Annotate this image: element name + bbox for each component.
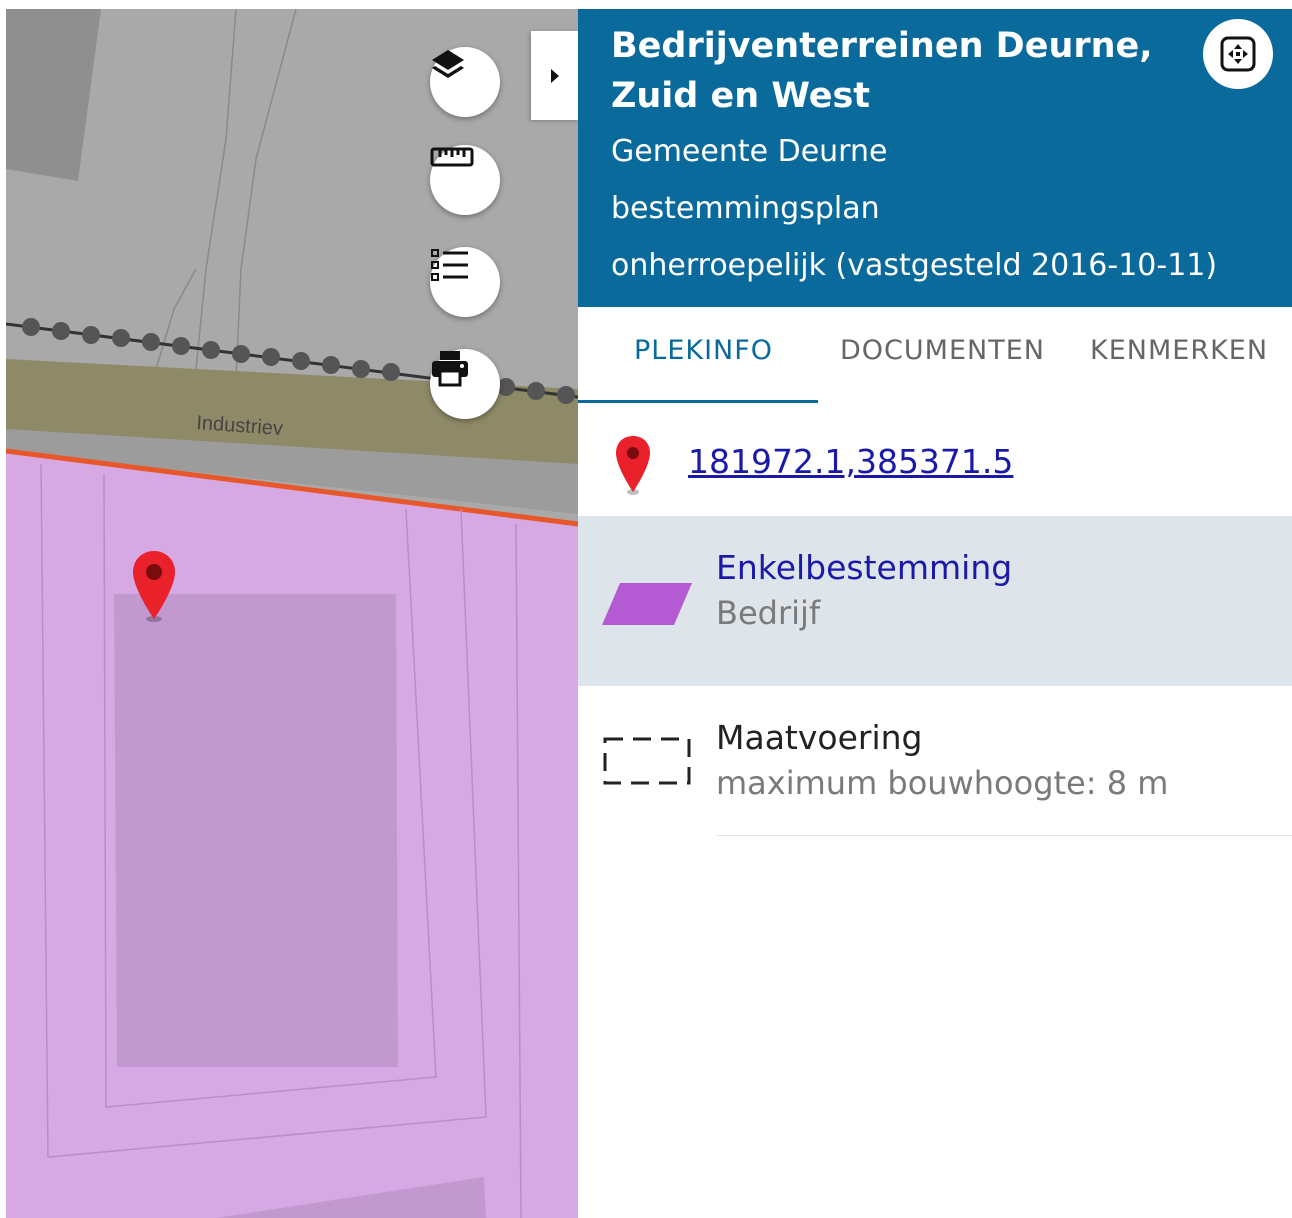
active-tab-indicator xyxy=(578,400,818,403)
measure-button[interactable] xyxy=(430,145,500,215)
maatvoering-item[interactable]: Maatvoering maximum bouwhoogte: 8 m xyxy=(578,686,1292,838)
location-row: 181972.1,385371.5 xyxy=(578,414,1292,516)
map-pin-icon xyxy=(133,551,175,622)
location-marker[interactable] xyxy=(131,549,177,623)
divider xyxy=(716,835,1292,836)
enkelbestemming-title: Enkelbestemming xyxy=(716,548,1013,587)
layers-icon xyxy=(432,50,464,78)
plan-status: onherroepelijk (vastgesteld 2016-10-11) xyxy=(611,248,1218,283)
list-icon xyxy=(431,249,468,281)
plan-type: bestemmingsplan xyxy=(611,191,880,226)
plan-title: Bedrijventerreinen Deurne, Zuid en West xyxy=(611,26,1153,116)
parallelogram-swatch-icon xyxy=(602,583,692,625)
dashed-box-icon xyxy=(603,737,691,785)
tab-bar: PLEKINFO DOCUMENTEN KENMERKEN xyxy=(578,307,1292,405)
map-view[interactable]: Industriev xyxy=(6,9,578,1218)
panel-toggle-button[interactable] xyxy=(531,31,578,120)
tab-plekinfo[interactable]: PLEKINFO xyxy=(634,335,773,366)
coordinates-link[interactable]: 181972.1,385371.5 xyxy=(688,442,1013,481)
plan-organisation: Gemeente Deurne xyxy=(611,134,888,169)
tab-kenmerken[interactable]: KENMERKEN xyxy=(1090,335,1268,366)
fullscreen-button[interactable] xyxy=(1203,19,1273,89)
enkelbestemming-item[interactable]: Enkelbestemming Bedrijf xyxy=(578,516,1292,686)
ruler-icon xyxy=(430,147,474,167)
maatvoering-title: Maatvoering xyxy=(716,718,923,757)
layers-button[interactable] xyxy=(430,47,500,117)
legend-button[interactable] xyxy=(430,247,500,317)
fullscreen-icon xyxy=(1220,36,1256,72)
enkelbestemming-subtitle: Bedrijf xyxy=(716,594,821,632)
panel-header: Bedrijventerreinen Deurne, Zuid en West … xyxy=(578,9,1292,307)
map-pin-icon xyxy=(616,436,650,495)
caret-right-icon xyxy=(550,68,559,83)
tab-documenten[interactable]: DOCUMENTEN xyxy=(840,335,1045,366)
maatvoering-subtitle: maximum bouwhoogte: 8 m xyxy=(716,764,1169,802)
print-button[interactable] xyxy=(430,349,500,419)
printer-icon xyxy=(432,351,468,387)
info-panel: Bedrijventerreinen Deurne, Zuid en West … xyxy=(578,9,1292,1218)
